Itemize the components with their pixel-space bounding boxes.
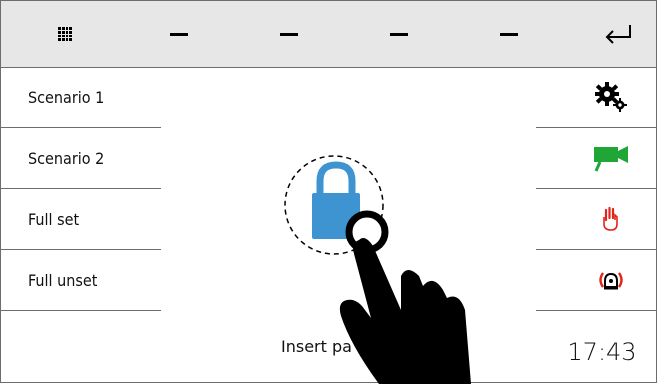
dash-icon [170, 32, 188, 36]
menu-item-full-set[interactable]: Full set [1, 189, 161, 250]
top-bar [1, 1, 656, 68]
dash-icon [500, 32, 518, 36]
camera-icon [594, 146, 628, 172]
menu-item-label: Scenario 1 [28, 87, 105, 107]
camera-button[interactable] [536, 128, 656, 189]
menu-item-label: Full unset [28, 270, 98, 290]
hand-icon [603, 206, 618, 231]
settings-button[interactable] [536, 67, 656, 128]
menu-item-scenario-1[interactable]: Scenario 1 [1, 67, 161, 128]
dash-button-4[interactable] [499, 1, 519, 67]
touch-hand-icon [339, 210, 471, 384]
dash-button-2[interactable] [279, 1, 299, 67]
clock: 17:43 [567, 338, 637, 366]
dash-icon [280, 32, 298, 36]
menu-item-scenario-2[interactable]: Scenario 2 [1, 128, 161, 189]
dash-button-1[interactable] [169, 1, 189, 67]
scenario-menu: Scenario 1 Scenario 2 Full set Full unse… [1, 67, 161, 311]
back-button[interactable] [601, 1, 635, 67]
enter-arrow-icon [605, 25, 631, 44]
dash-icon [390, 32, 408, 36]
alarm-button[interactable] [536, 250, 656, 311]
menu-item-label: Scenario 2 [28, 148, 105, 168]
grid-icon [58, 27, 72, 41]
grid-menu-button[interactable] [53, 1, 77, 67]
menu-item-full-unset[interactable]: Full unset [1, 250, 161, 311]
alarm-icon [599, 272, 623, 290]
gears-icon [595, 82, 627, 112]
panic-button[interactable] [536, 189, 656, 250]
screen-frame: Scenario 1 Scenario 2 Full set Full unse… [0, 0, 657, 384]
menu-item-label: Full set [28, 209, 80, 229]
dash-button-3[interactable] [389, 1, 409, 67]
right-panel [536, 67, 656, 311]
